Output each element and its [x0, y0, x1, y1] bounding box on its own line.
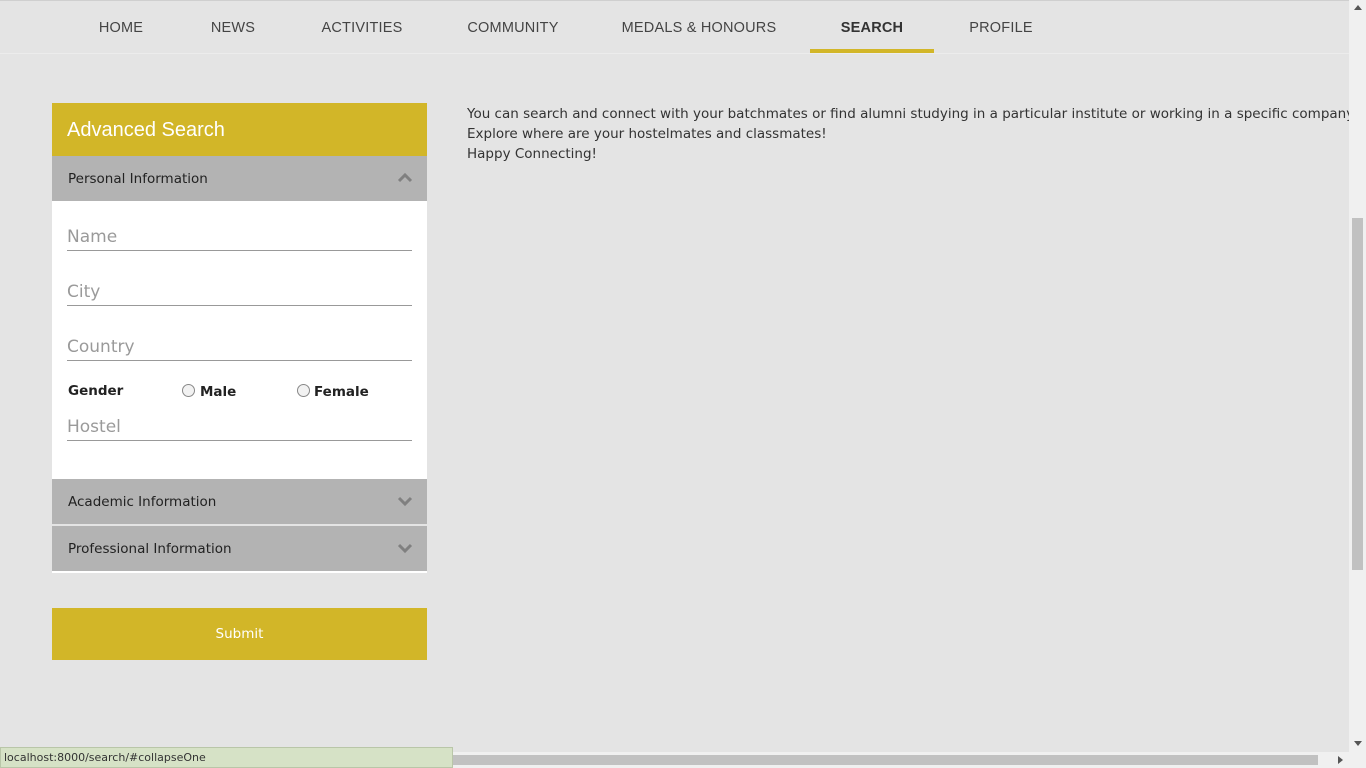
- country-input[interactable]: [67, 327, 412, 361]
- personal-information-body: Gender Male Female: [52, 201, 427, 479]
- nav-home[interactable]: HOME: [96, 1, 146, 53]
- hostel-input[interactable]: [67, 407, 412, 441]
- personal-information-heading: Personal Information: [68, 171, 208, 187]
- main-nav: HOME NEWS ACTIVITIES COMMUNITY MEDALS & …: [0, 1, 1349, 54]
- advanced-search-panel: Advanced Search Personal Information Gen…: [52, 103, 427, 573]
- professional-information-toggle[interactable]: Professional Information: [52, 526, 427, 571]
- status-bar-url: localhost:8000/search/#collapseOne: [0, 747, 453, 768]
- scrollbar-corner: [1349, 752, 1366, 768]
- gender-female-label: Female: [314, 384, 369, 400]
- academic-information-toggle[interactable]: Academic Information: [52, 479, 427, 524]
- personal-information-toggle[interactable]: Personal Information: [52, 156, 427, 201]
- scroll-down-arrow-icon[interactable]: [1354, 741, 1362, 746]
- chevron-down-icon: [397, 543, 413, 554]
- scroll-right-arrow-icon[interactable]: [1338, 756, 1343, 764]
- scroll-up-arrow-icon[interactable]: [1354, 5, 1362, 10]
- gender-female-radio[interactable]: [297, 384, 310, 397]
- search-info-text: You can search and connect with your bat…: [467, 104, 1357, 164]
- nav-community[interactable]: COMMUNITY: [465, 1, 561, 53]
- info-line: Explore where are your hostelmates and c…: [467, 126, 827, 142]
- chevron-up-icon: [397, 172, 413, 183]
- nav-medals-honours[interactable]: MEDALS & HONOURS: [619, 1, 779, 53]
- panel-bottom-edge: [52, 571, 427, 573]
- name-input[interactable]: [67, 217, 412, 251]
- nav-activities[interactable]: ACTIVITIES: [318, 1, 406, 53]
- horizontal-scroll-thumb[interactable]: [453, 755, 1318, 765]
- nav-search[interactable]: SEARCH: [810, 1, 934, 53]
- city-input[interactable]: [67, 272, 412, 306]
- vertical-scrollbar[interactable]: [1349, 0, 1366, 752]
- gender-male-radio[interactable]: [182, 384, 195, 397]
- panel-title: Advanced Search: [52, 103, 427, 156]
- professional-information-heading: Professional Information: [68, 541, 232, 557]
- gender-male-label: Male: [200, 384, 237, 400]
- nav-profile[interactable]: PROFILE: [966, 1, 1036, 53]
- chevron-down-icon: [397, 496, 413, 507]
- vertical-scroll-thumb[interactable]: [1352, 218, 1363, 570]
- info-line: You can search and connect with your bat…: [467, 106, 1357, 122]
- gender-label: Gender: [68, 383, 124, 399]
- info-line: Happy Connecting!: [467, 146, 597, 162]
- submit-button[interactable]: Submit: [52, 608, 427, 660]
- nav-news[interactable]: NEWS: [208, 1, 258, 53]
- academic-information-heading: Academic Information: [68, 494, 217, 510]
